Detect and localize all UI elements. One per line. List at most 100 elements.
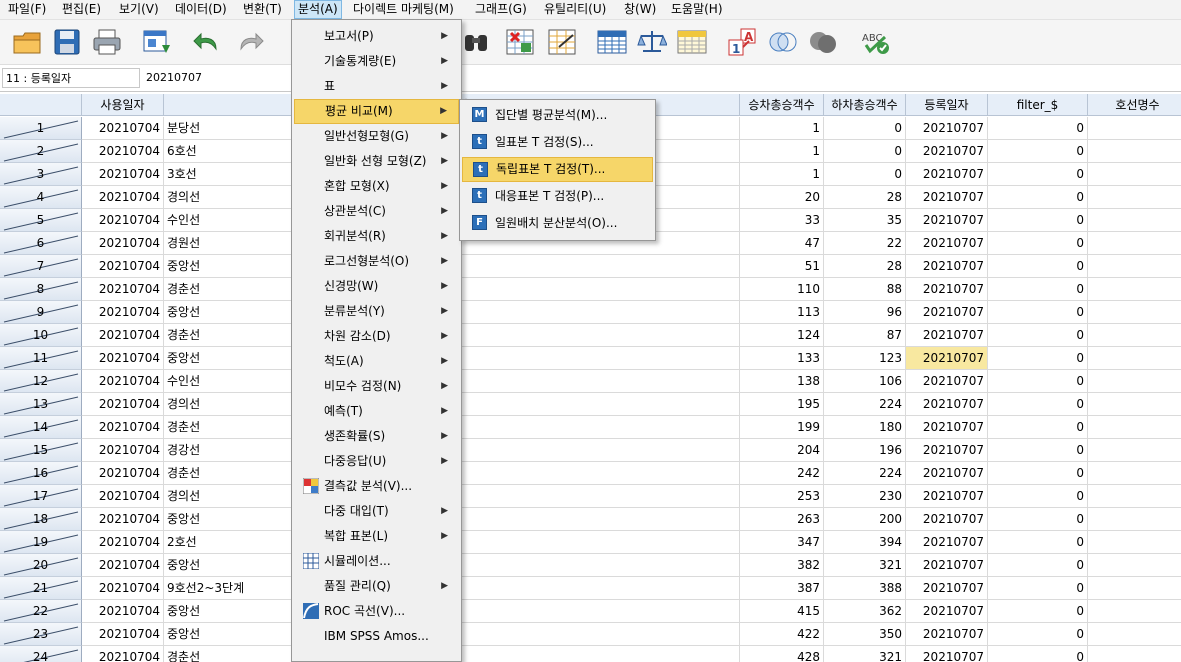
spell-check-icon[interactable]: ABC — [860, 27, 890, 57]
cell-filter[interactable]: 0 — [988, 577, 1088, 600]
cell-alighting[interactable]: 22 — [824, 232, 906, 255]
row-header[interactable]: 23 — [0, 623, 82, 646]
cell-line-count[interactable] — [1088, 485, 1181, 508]
row-header[interactable]: 24 — [0, 646, 82, 662]
cell-alighting[interactable]: 224 — [824, 393, 906, 416]
cell-boarding[interactable]: 415 — [740, 600, 824, 623]
menu-10[interactable]: 도움말(H) — [668, 0, 726, 19]
cell-registration-date[interactable]: 20210707 — [906, 416, 988, 439]
cell-registration-date[interactable]: 20210707 — [906, 439, 988, 462]
menu-0[interactable]: 파일(F) — [5, 0, 49, 19]
cell-filter[interactable]: 0 — [988, 462, 1088, 485]
cell-registration-date[interactable]: 20210707 — [906, 117, 988, 140]
cell-registration-date[interactable]: 20210707 — [906, 370, 988, 393]
value-labels-icon[interactable]: A1 — [727, 27, 757, 57]
cell-registration-date[interactable]: 20210707 — [906, 324, 988, 347]
cell-filter[interactable]: 0 — [988, 140, 1088, 163]
analyze-menu-item-24[interactable]: IBM SPSS Amos... — [294, 624, 459, 649]
cell-filter[interactable]: 0 — [988, 324, 1088, 347]
analyze-menu-item-21[interactable]: 시뮬레이션... — [294, 549, 459, 574]
cell-usage-date[interactable]: 20210704 — [82, 416, 164, 439]
cell-line-count[interactable] — [1088, 577, 1181, 600]
cell-usage-date[interactable]: 20210704 — [82, 301, 164, 324]
cell-boarding[interactable]: 382 — [740, 554, 824, 577]
cell-boarding[interactable]: 263 — [740, 508, 824, 531]
row-header[interactable]: 17 — [0, 485, 82, 508]
cell-line-count[interactable] — [1088, 462, 1181, 485]
cell-filter[interactable]: 0 — [988, 370, 1088, 393]
row-header[interactable]: 19 — [0, 531, 82, 554]
analyze-menu-item-23[interactable]: ROC 곡선(V)... — [294, 599, 459, 624]
cell-boarding[interactable]: 124 — [740, 324, 824, 347]
row-header[interactable]: 21 — [0, 577, 82, 600]
cell-usage-date[interactable]: 20210704 — [82, 324, 164, 347]
cell-boarding[interactable]: 204 — [740, 439, 824, 462]
cell-boarding[interactable]: 199 — [740, 416, 824, 439]
cell-alighting[interactable]: 321 — [824, 554, 906, 577]
cell-filter[interactable]: 0 — [988, 508, 1088, 531]
cell-boarding[interactable]: 33 — [740, 209, 824, 232]
menu-6[interactable]: 다이렉트 마케팅(M) — [350, 0, 457, 19]
cell-usage-date[interactable]: 20210704 — [82, 393, 164, 416]
cell-line-count[interactable] — [1088, 117, 1181, 140]
cell-usage-date[interactable]: 20210704 — [82, 646, 164, 662]
row-header[interactable]: 3 — [0, 163, 82, 186]
compare-means-item-4[interactable]: F 일원배치 분산분석(O)... — [462, 211, 653, 236]
analyze-menu-item-18[interactable]: 결측값 분석(V)... — [294, 474, 459, 499]
cell-usage-date[interactable]: 20210704 — [82, 255, 164, 278]
analyze-menu-item-6[interactable]: 혼합 모형(X) ▶ — [294, 174, 459, 199]
row-header[interactable]: 2 — [0, 140, 82, 163]
compare-means-item-1[interactable]: t 일표본 T 검정(S)... — [462, 130, 653, 155]
column-header[interactable]: 등록일자 — [906, 94, 988, 116]
cell-line-count[interactable] — [1088, 209, 1181, 232]
cell-alighting[interactable]: 394 — [824, 531, 906, 554]
cell-boarding[interactable]: 253 — [740, 485, 824, 508]
analyze-menu-item-7[interactable]: 상관분석(C) ▶ — [294, 199, 459, 224]
cell-alighting[interactable]: 0 — [824, 117, 906, 140]
cell-boarding[interactable]: 1 — [740, 163, 824, 186]
cell-line-count[interactable] — [1088, 324, 1181, 347]
cell-alighting[interactable]: 88 — [824, 278, 906, 301]
cell-registration-date[interactable]: 20210707 — [906, 508, 988, 531]
cell-usage-date[interactable]: 20210704 — [82, 278, 164, 301]
cell-boarding[interactable]: 133 — [740, 347, 824, 370]
cell-registration-date[interactable]: 20210707 — [906, 462, 988, 485]
row-header[interactable]: 10 — [0, 324, 82, 347]
cell-line-count[interactable] — [1088, 255, 1181, 278]
cell-boarding[interactable]: 428 — [740, 646, 824, 662]
cell-boarding[interactable]: 1 — [740, 140, 824, 163]
compare-means-item-3[interactable]: t 대응표본 T 검정(P)... — [462, 184, 653, 209]
cell-line-count[interactable] — [1088, 646, 1181, 662]
cell-usage-date[interactable]: 20210704 — [82, 508, 164, 531]
analyze-menu-item-22[interactable]: 품질 관리(Q) ▶ — [294, 574, 459, 599]
cell-alighting[interactable]: 196 — [824, 439, 906, 462]
cell-usage-date[interactable]: 20210704 — [82, 209, 164, 232]
open-folder-icon[interactable] — [12, 27, 42, 57]
row-header[interactable]: 11 — [0, 347, 82, 370]
compare-means-item-0[interactable]: M 집단별 평균분석(M)... — [462, 103, 653, 128]
cell-alighting[interactable]: 0 — [824, 163, 906, 186]
row-header[interactable]: 16 — [0, 462, 82, 485]
column-header[interactable]: 사용일자 — [82, 94, 164, 116]
cell-registration-date[interactable]: 20210707 — [906, 531, 988, 554]
redo-icon[interactable] — [235, 27, 265, 57]
cell-boarding[interactable]: 347 — [740, 531, 824, 554]
cell-boarding[interactable]: 195 — [740, 393, 824, 416]
dialog-recall-icon[interactable] — [142, 27, 172, 57]
row-header[interactable]: 22 — [0, 600, 82, 623]
cell-line-count[interactable] — [1088, 439, 1181, 462]
weight-cases-icon[interactable] — [637, 27, 668, 57]
cell-registration-date[interactable]: 20210707 — [906, 347, 988, 370]
use-sets-icon[interactable] — [768, 27, 798, 57]
save-icon[interactable] — [52, 27, 82, 57]
menu-5[interactable]: 분석(A) — [294, 0, 342, 19]
cell-usage-date[interactable]: 20210704 — [82, 232, 164, 255]
cell-registration-date[interactable]: 20210707 — [906, 278, 988, 301]
column-header[interactable]: 하차총승객수 — [824, 94, 906, 116]
cell-usage-date[interactable]: 20210704 — [82, 623, 164, 646]
cell-filter[interactable]: 0 — [988, 232, 1088, 255]
menu-8[interactable]: 유틸리티(U) — [541, 0, 609, 19]
cell-usage-date[interactable]: 20210704 — [82, 554, 164, 577]
cell-filter[interactable]: 0 — [988, 416, 1088, 439]
row-header[interactable]: 13 — [0, 393, 82, 416]
